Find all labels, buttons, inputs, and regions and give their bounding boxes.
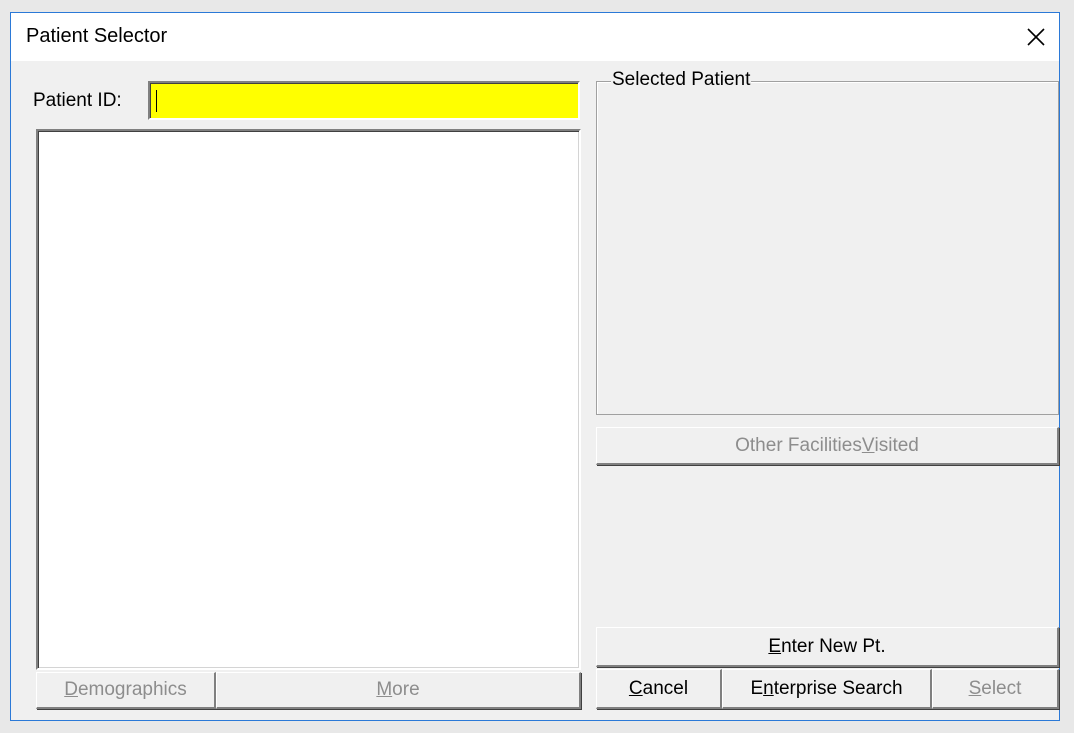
other-facilities-accesskey: V xyxy=(861,434,875,456)
window-title: Patient Selector xyxy=(26,25,168,47)
demographics-label-post: emographics xyxy=(77,679,187,700)
enter-new-pt-button[interactable]: Enter New Pt. xyxy=(596,627,1059,667)
cancel-label-post: ancel xyxy=(642,677,689,699)
demographics-accesskey: D xyxy=(64,679,78,700)
other-facilities-visited-button[interactable]: Other Facilities Visited xyxy=(596,427,1059,465)
enterprise-search-label-post: terprise Search xyxy=(773,677,903,699)
enter-new-pt-label-post: nter New Pt. xyxy=(781,635,886,657)
enterprise-search-accesskey: n xyxy=(763,677,774,699)
enterprise-search-button[interactable]: En terprise Search xyxy=(722,669,932,709)
select-label-post: elect xyxy=(981,677,1022,699)
patient-results-list[interactable] xyxy=(36,129,581,670)
text-caret xyxy=(156,90,157,112)
demographics-button[interactable]: Demographics xyxy=(36,672,216,709)
cancel-accesskey: C xyxy=(628,677,643,699)
more-accesskey: M xyxy=(376,679,393,700)
enterprise-search-label-pre: E xyxy=(750,677,764,699)
patient-id-input[interactable] xyxy=(148,81,580,120)
cancel-button[interactable]: Cancel xyxy=(596,669,722,709)
other-facilities-label-pre: Other Facilities xyxy=(735,434,862,456)
more-label-post: ore xyxy=(392,679,420,700)
enter-new-pt-accesskey: E xyxy=(768,635,782,657)
selected-patient-label: Selected Patient xyxy=(611,69,752,91)
selected-patient-group: Selected Patient xyxy=(596,69,1059,415)
patient-id-label: Patient ID: xyxy=(33,90,122,111)
other-facilities-label-post: isited xyxy=(874,434,919,456)
close-icon xyxy=(1027,28,1045,46)
patient-selector-window: Patient Selector Patient ID: Demographic… xyxy=(10,12,1060,721)
select-button[interactable]: Select xyxy=(932,669,1059,709)
title-bar[interactable]: Patient Selector xyxy=(11,13,1059,61)
select-accesskey: S xyxy=(968,677,982,699)
close-button[interactable] xyxy=(1013,13,1059,61)
more-button[interactable]: More xyxy=(216,672,581,709)
